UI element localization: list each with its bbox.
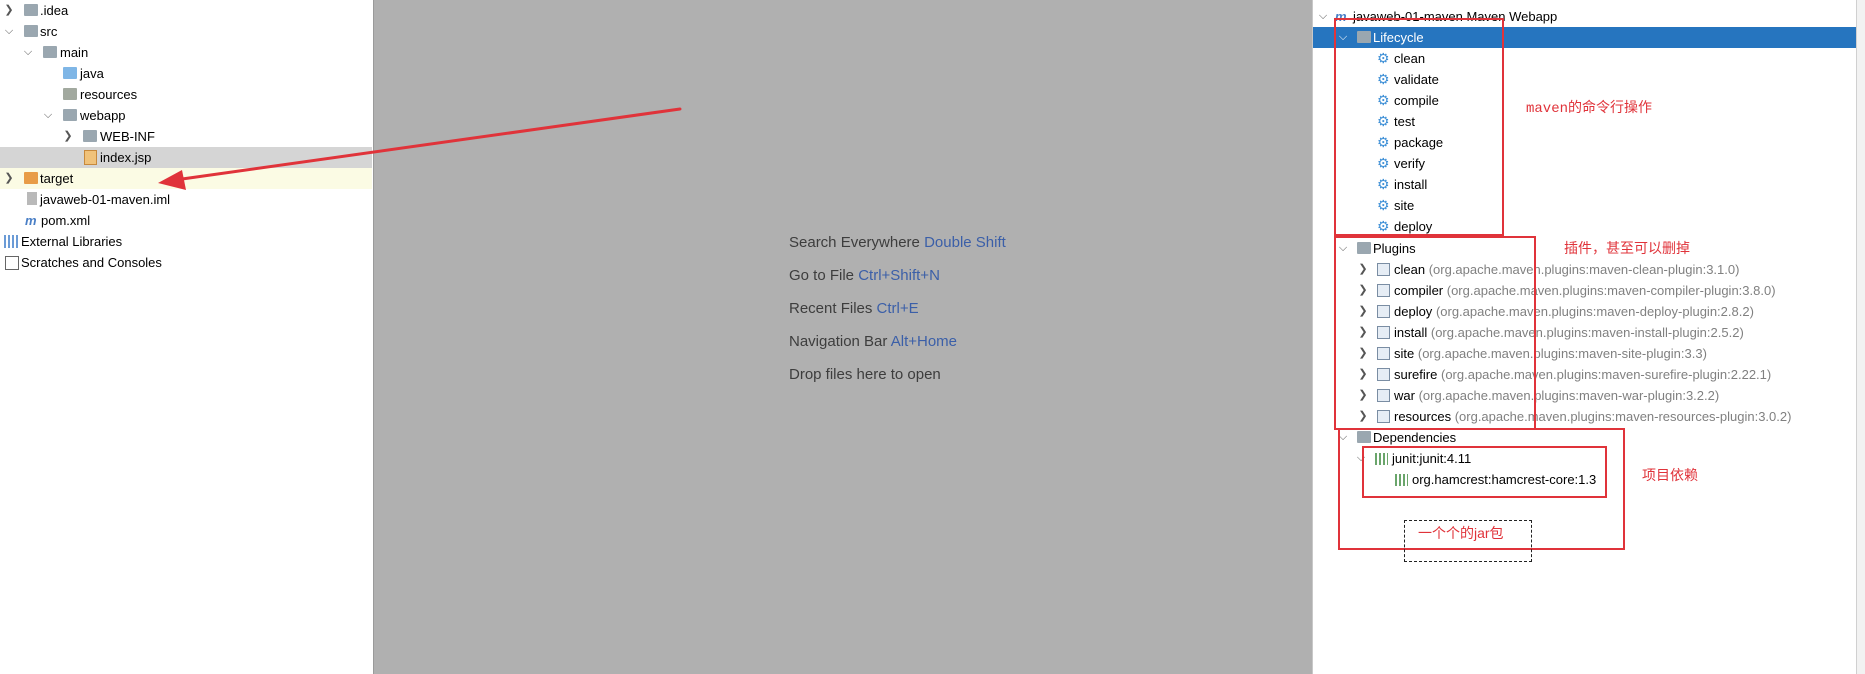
tip-go-to-file: Go to File Ctrl+Shift+N [789,259,1006,292]
resources-folder-icon [63,88,77,100]
tree-item-label: Scratches and Consoles [21,255,162,270]
tip-text: Navigation Bar [789,333,888,350]
tree-item-label: java [80,66,104,81]
tree-item-label: src [40,24,58,39]
dependencies-annotation-text: 项目依赖 [1642,467,1698,483]
jar-annotation-text: 一个个的jar包 [1418,525,1504,541]
plugins-annotation-box [1334,236,1536,430]
tree-item-iml[interactable]: javaweb-01-maven.iml [0,189,372,210]
chevron-right-icon[interactable]: ❯ [3,168,15,189]
tree-item-label: webapp [80,108,126,123]
folder-icon [24,25,38,37]
junit-annotation-box [1362,446,1607,498]
tree-item-label: target [40,171,74,186]
maven-file-icon: m [25,213,37,228]
tree-item-index-jsp[interactable]: index.jsp [0,147,372,168]
chevron-down-icon[interactable]: ⌵ [3,21,15,42]
right-tool-stripe[interactable] [1856,0,1865,674]
tip-text: Search Everywhere [789,234,920,251]
tip-recent-files: Recent Files Ctrl+E [789,292,1006,325]
tree-item-label: index.jsp [100,150,152,165]
tip-search-everywhere: Search Everywhere Double Shift [789,226,1006,259]
chevron-right-icon[interactable]: ❯ [3,0,15,21]
tip-navigation-bar: Navigation Bar Alt+Home [789,325,1006,358]
lifecycle-annotation-box [1334,18,1504,236]
chevron-down-icon[interactable]: ⌵ [22,42,34,63]
tip-shortcut: Double Shift [924,234,1006,251]
folder-icon [43,46,57,58]
tip-text: Recent Files [789,300,873,317]
tree-item-java[interactable]: java [0,63,372,84]
tree-item-pom[interactable]: m pom.xml [0,210,372,231]
tree-item-label: WEB-INF [100,129,155,144]
module-file-icon [27,192,37,205]
chevron-down-icon[interactable]: ⌵ [42,105,54,126]
tip-shortcut: Ctrl+E [876,300,919,317]
library-icon [4,235,18,248]
tree-item-label: .idea [40,3,69,18]
plugins-annotation-text: 插件，甚至可以删掉 [1564,240,1690,256]
tree-item-label: pom.xml [41,213,91,228]
excluded-folder-icon [24,172,38,184]
tree-item-external-libraries[interactable]: External Libraries [0,231,372,252]
tree-item-label: javaweb-01-maven.iml [40,192,171,207]
tree-item-label: resources [80,87,138,102]
chevron-right-icon[interactable]: ❯ [62,126,74,147]
empty-editor-tips: Search Everywhere Double Shift Go to Fil… [789,226,1006,391]
tip-shortcut: Alt+Home [890,333,958,350]
folder-icon [63,109,77,121]
tree-item-webapp[interactable]: ⌵ webapp [0,105,372,126]
tree-item-resources[interactable]: resources [0,84,372,105]
tree-item-src[interactable]: ⌵ src [0,21,372,42]
jsp-file-icon [84,150,97,165]
folder-icon [24,4,38,16]
tip-shortcut: Ctrl+Shift+N [858,267,940,284]
tree-item-label: External Libraries [21,234,123,249]
scratches-icon [5,256,19,270]
tip-text: Drop files here to open [789,366,941,383]
tip-text: Go to File [789,267,855,284]
tip-drop-files: Drop files here to open [789,358,1006,391]
folder-icon [83,130,97,142]
tree-item-label: main [60,45,89,60]
chevron-down-icon[interactable]: ⌵ [1317,6,1329,27]
editor-empty-area[interactable]: Search Everywhere Double Shift Go to Fil… [373,0,1313,674]
source-folder-icon [63,67,77,79]
tree-item-scratches[interactable]: Scratches and Consoles [0,252,372,273]
tree-item-web-inf[interactable]: ❯ WEB-INF [0,126,372,147]
tree-item-main[interactable]: ⌵ main [0,42,372,63]
lifecycle-annotation-text: maven的命令行操作 [1526,101,1653,117]
tree-item-idea[interactable]: ❯ .idea [0,0,372,21]
tree-item-target[interactable]: ❯ target [0,168,372,189]
project-tool-window: ❯ .idea ⌵ src ⌵ main java resources ⌵ we… [0,0,372,674]
